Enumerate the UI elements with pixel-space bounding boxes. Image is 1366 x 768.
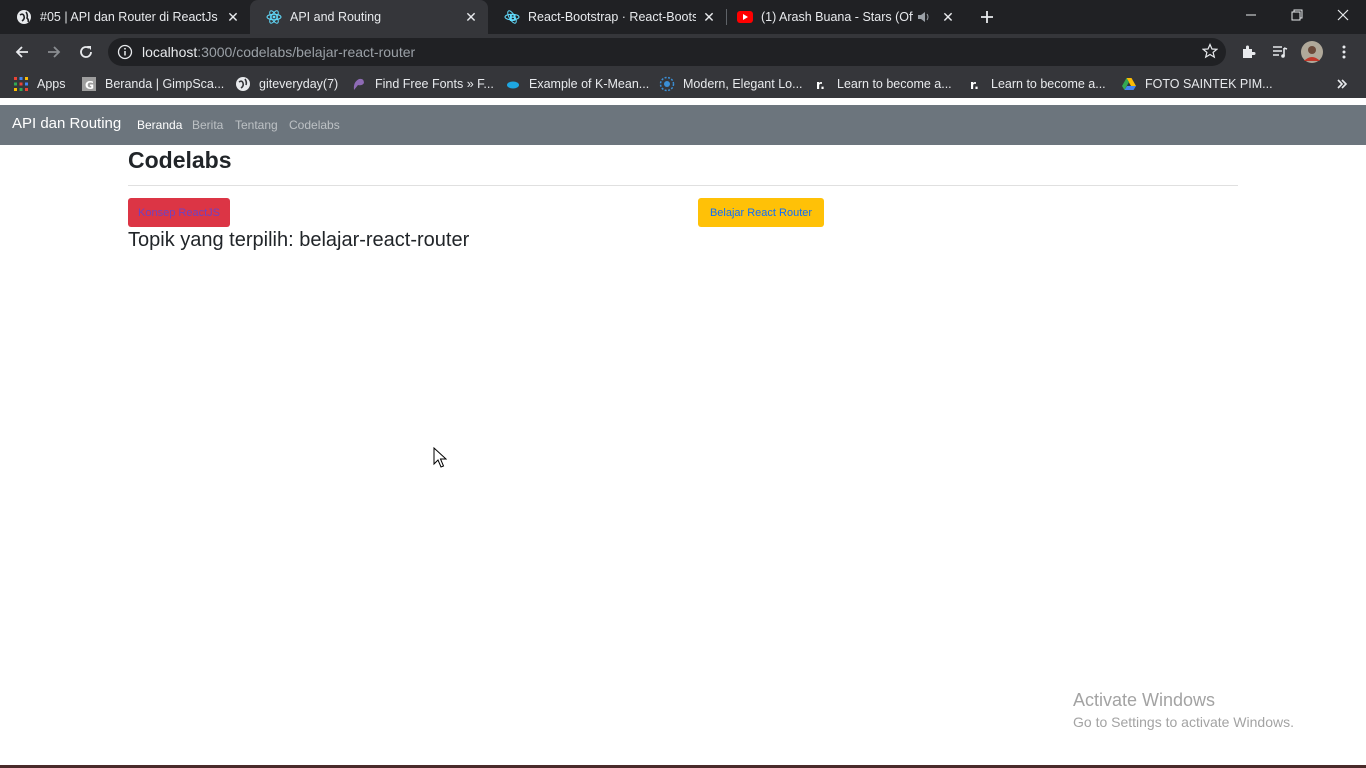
new-tab-button[interactable] bbox=[975, 5, 999, 29]
bookmark-find-free-fonts[interactable]: Find Free Fonts » F... bbox=[351, 70, 494, 98]
cloud-icon bbox=[505, 76, 521, 92]
close-icon[interactable]: ✕ bbox=[939, 8, 957, 26]
bookmark-modern-elegant[interactable]: Modern, Elegant Lo... bbox=[659, 70, 803, 98]
audio-playing-icon[interactable] bbox=[917, 9, 931, 25]
forward-button[interactable] bbox=[40, 38, 68, 66]
address-bar[interactable]: localhost:3000/codelabs/belajar-react-ro… bbox=[108, 38, 1226, 66]
nav-link-beranda[interactable]: Beranda bbox=[137, 118, 182, 132]
close-window-button[interactable] bbox=[1320, 0, 1366, 30]
star-icon[interactable] bbox=[1201, 43, 1219, 64]
browser-tab-strip: #05 | API dan Router di ReactJs ✕ API an… bbox=[0, 0, 1366, 34]
tab-api-router-reactjs[interactable]: #05 | API dan Router di ReactJs ✕ bbox=[0, 0, 250, 34]
svg-text:r.: r. bbox=[816, 78, 825, 92]
nav-link-berita[interactable]: Berita bbox=[192, 118, 223, 132]
bookmark-label: Apps bbox=[37, 77, 66, 91]
avatar[interactable] bbox=[1298, 38, 1326, 66]
bookmark-label: Learn to become a... bbox=[837, 77, 952, 91]
roadmap-icon: r. bbox=[967, 76, 983, 92]
close-icon[interactable]: ✕ bbox=[700, 8, 718, 26]
nav-link-tentang[interactable]: Tentang bbox=[235, 118, 278, 132]
gimpscape-icon: G bbox=[81, 76, 97, 92]
youtube-icon bbox=[737, 9, 753, 25]
watermark-line-2: Go to Settings to activate Windows. bbox=[1073, 714, 1294, 730]
globe-icon bbox=[235, 76, 251, 92]
extensions-icon[interactable] bbox=[1234, 38, 1262, 66]
page-title: Codelabs bbox=[128, 147, 232, 173]
bookmark-label: Find Free Fonts » F... bbox=[375, 77, 494, 91]
more-bookmarks-icon[interactable] bbox=[1336, 70, 1348, 98]
url-text: localhost:3000/codelabs/belajar-react-ro… bbox=[142, 44, 415, 60]
react-bootstrap-icon: B bbox=[504, 9, 520, 25]
minimize-button[interactable] bbox=[1228, 0, 1274, 30]
tab-react-bootstrap[interactable]: B React-Bootstrap · React-Bootstrap ✕ bbox=[488, 0, 726, 34]
bookmark-learn-2[interactable]: r. Learn to become a... bbox=[967, 70, 1106, 98]
bookmark-foto-saintek[interactable]: FOTO SAINTEK PIM... bbox=[1121, 70, 1273, 98]
nav-link-codelabs[interactable]: Codelabs bbox=[289, 118, 340, 132]
apps-grid-icon bbox=[13, 76, 29, 92]
svg-text:r.: r. bbox=[970, 78, 979, 92]
bookmark-label: Example of K-Mean... bbox=[529, 77, 650, 91]
react-icon bbox=[266, 9, 282, 25]
activate-windows-watermark: Activate Windows Go to Settings to activ… bbox=[1073, 690, 1294, 730]
tab-title: #05 | API dan Router di ReactJs bbox=[40, 10, 218, 24]
bookmark-giteveryday[interactable]: giteveryday(7) bbox=[235, 70, 338, 98]
divider bbox=[128, 185, 1238, 186]
watermark-line-1: Activate Windows bbox=[1073, 690, 1216, 710]
bookmarks-bar: Apps G Beranda | GimpSca... giteveryday(… bbox=[0, 70, 1366, 98]
bookmark-gimpscape[interactable]: G Beranda | GimpSca... bbox=[81, 70, 224, 98]
tab-title: API and Routing bbox=[290, 10, 382, 24]
media-control-icon[interactable] bbox=[1266, 38, 1294, 66]
konsep-reactjs-button[interactable]: Konsep ReactJS bbox=[128, 198, 230, 227]
app-navbar: API dan Routing Beranda Berita Tentang C… bbox=[0, 105, 1366, 145]
belajar-react-router-button[interactable]: Belajar React Router bbox=[698, 198, 824, 227]
bookmark-k-means[interactable]: Example of K-Mean... bbox=[505, 70, 649, 98]
bookmark-apps[interactable]: Apps bbox=[13, 70, 66, 98]
globe-icon bbox=[16, 9, 32, 25]
browser-toolbar: localhost:3000/codelabs/belajar-react-ro… bbox=[0, 34, 1366, 70]
selected-topic-text: Topik yang terpilih: belajar-react-route… bbox=[128, 229, 470, 251]
back-button[interactable] bbox=[8, 38, 36, 66]
bookmark-label: Beranda | GimpSca... bbox=[105, 77, 225, 91]
svg-text:G: G bbox=[85, 79, 94, 92]
bookmark-label: FOTO SAINTEK PIM... bbox=[1145, 77, 1273, 91]
menu-icon[interactable] bbox=[1330, 38, 1358, 66]
url-host: localhost bbox=[142, 44, 198, 60]
mandala-icon bbox=[659, 76, 675, 92]
google-drive-icon bbox=[1121, 76, 1137, 92]
tab-title: (1) Arash Buana - Stars (Official bbox=[761, 10, 913, 24]
tab-title: React-Bootstrap · React-Bootstrap bbox=[528, 10, 696, 24]
mouse-cursor-icon bbox=[433, 446, 448, 474]
fonts-icon bbox=[351, 76, 367, 92]
reload-button[interactable] bbox=[72, 38, 100, 66]
bookmark-label: giteveryday(7) bbox=[259, 77, 339, 91]
tab-api-and-routing[interactable]: API and Routing ✕ bbox=[250, 0, 488, 34]
restore-button[interactable] bbox=[1274, 0, 1320, 30]
tab-youtube[interactable]: (1) Arash Buana - Stars (Official ✕ bbox=[727, 0, 965, 34]
close-icon[interactable]: ✕ bbox=[462, 8, 480, 26]
url-path: :3000/codelabs/belajar-react-router bbox=[197, 44, 416, 60]
bookmark-label: Learn to become a... bbox=[991, 77, 1106, 91]
navbar-brand[interactable]: API dan Routing bbox=[12, 115, 121, 132]
close-icon[interactable]: ✕ bbox=[224, 8, 242, 26]
roadmap-icon: r. bbox=[813, 76, 829, 92]
bookmark-learn-1[interactable]: r. Learn to become a... bbox=[813, 70, 952, 98]
bookmark-label: Modern, Elegant Lo... bbox=[683, 77, 803, 91]
info-icon[interactable] bbox=[117, 44, 133, 65]
svg-text:B: B bbox=[509, 13, 517, 24]
